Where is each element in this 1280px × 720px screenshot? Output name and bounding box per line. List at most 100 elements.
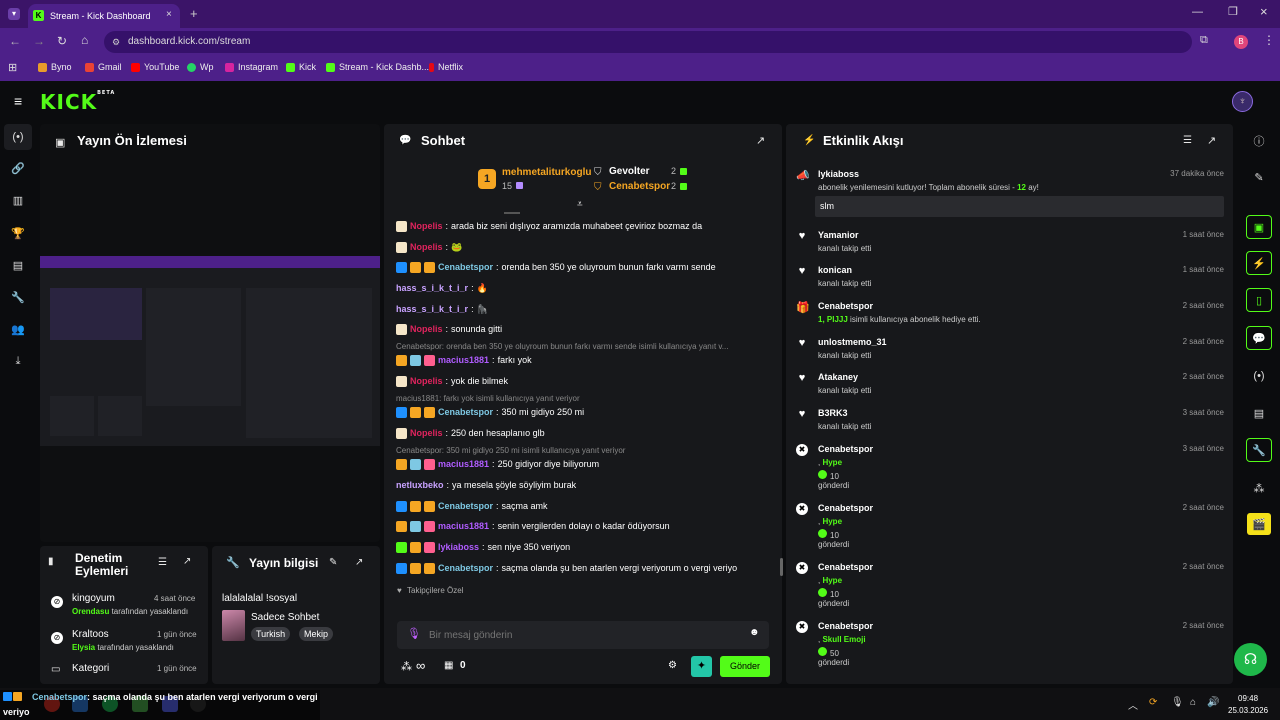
- event-username[interactable]: Atakaney: [818, 372, 858, 382]
- chat-input-box[interactable]: 🎙 ☻: [397, 621, 769, 649]
- stream-preview-video[interactable]: [40, 256, 380, 446]
- bookmark-stream[interactable]: Stream - Kick Dashb...: [326, 62, 429, 72]
- emoji-picker-icon[interactable]: ☻: [749, 627, 760, 638]
- media-nav-icon[interactable]: ▤: [10, 258, 26, 272]
- home-icon[interactable]: ⌂: [81, 33, 88, 47]
- event-username[interactable]: Cenabetspor: [818, 301, 873, 311]
- lightning-rail-icon[interactable]: ⚡: [1246, 251, 1272, 275]
- clapper-rail-icon[interactable]: 🎬: [1247, 513, 1271, 535]
- chat-username[interactable]: hass_s_i_k_t_i_r: [396, 304, 468, 314]
- support-chat-button[interactable]: ☊: [1234, 643, 1267, 676]
- chat-message[interactable]: Nopelis: yok die bilmek: [396, 374, 508, 388]
- phone-rail-icon[interactable]: ▯: [1246, 288, 1272, 312]
- bookmark-gmail[interactable]: Gmail: [85, 62, 122, 72]
- bookmark-netflix[interactable]: Netflix: [429, 62, 463, 72]
- community-rail-icon[interactable]: ⁂: [1251, 481, 1267, 495]
- chat-username[interactable]: Nopelis: [410, 242, 443, 252]
- microphone-icon[interactable]: 🎙: [407, 627, 421, 640]
- chat-message[interactable]: Cenabetspor:350 mi gidiyo 250 mi: [396, 405, 584, 419]
- chat-username[interactable]: Cenabetspor: [438, 407, 493, 417]
- popout-icon[interactable]: ↗: [355, 557, 363, 568]
- popout-icon[interactable]: ↗: [183, 556, 191, 567]
- chat-rail-icon[interactable]: 💬: [1246, 326, 1272, 350]
- chat-message[interactable]: Nopelis: 🐸: [396, 240, 462, 254]
- apps-grid-icon[interactable]: ⊞: [8, 61, 17, 74]
- chat-message[interactable]: macius1881: senin vergilerden dolayı o ka…: [396, 519, 670, 533]
- link-nav-icon[interactable]: 🔗: [10, 161, 26, 175]
- send-button[interactable]: Gönder: [720, 656, 770, 677]
- chat-message[interactable]: Nopelis:250 den hesaplanıo glb: [396, 426, 545, 440]
- trophy-nav-icon[interactable]: 🏆: [10, 226, 26, 240]
- chat-message[interactable]: Nopelis: arada biz seni dışlıyoz aramızda…: [396, 219, 702, 233]
- bookmark-youtube[interactable]: YouTube: [131, 62, 179, 72]
- tray-volume-icon[interactable]: 🔊: [1207, 697, 1219, 708]
- event-username[interactable]: konican: [818, 265, 852, 275]
- event-username[interactable]: Cenabetspor: [818, 562, 873, 572]
- edit-icon[interactable]: ✎: [329, 557, 337, 568]
- event-username[interactable]: Cenabetspor: [818, 444, 873, 454]
- chat-username[interactable]: hass_s_i_k_t_i_r: [396, 283, 468, 293]
- chat-message[interactable]: Cenabetspor: orenda ben 350 ye oluyroum b…: [396, 260, 716, 274]
- event-username[interactable]: B3RK3: [818, 408, 848, 418]
- tab-close-icon[interactable]: ×: [166, 9, 172, 20]
- chat-message[interactable]: hass_s_i_k_t_i_r: 🦍: [396, 302, 488, 316]
- close-window-icon[interactable]: ×: [1260, 4, 1268, 19]
- chat-username[interactable]: Nopelis: [410, 376, 443, 386]
- chat-message[interactable]: Nopelis: sonunda gitti: [396, 322, 502, 336]
- back-icon[interactable]: ←: [9, 34, 21, 48]
- user-avatar[interactable]: ♆: [1232, 91, 1253, 112]
- chat-settings-icon[interactable]: ⚙: [668, 660, 677, 671]
- filter-icon[interactable]: ☰: [158, 557, 167, 568]
- chat-username[interactable]: lykiaboss: [438, 542, 479, 552]
- hamburger-menu-icon[interactable]: ≡: [14, 93, 22, 109]
- edit-icon[interactable]: ✎: [1251, 170, 1267, 184]
- chat-message[interactable]: Cenabetspor: saçma amk: [396, 499, 548, 513]
- filter-icon[interactable]: ☰: [1183, 135, 1192, 146]
- chat-message[interactable]: netluxbeko: ya mesela şöyle söyliyim bura…: [396, 478, 576, 492]
- analytics-nav-icon[interactable]: ▥: [10, 193, 26, 207]
- event-username[interactable]: Yamanior: [818, 230, 859, 240]
- tab-search-icon[interactable]: ▾: [8, 8, 20, 20]
- forward-icon[interactable]: →: [33, 34, 45, 48]
- menu-dots-icon[interactable]: ⋮: [1263, 33, 1275, 47]
- chat-username[interactable]: Nopelis: [410, 324, 443, 334]
- browser-tab[interactable]: K Stream - Kick Dashboard ×: [28, 4, 180, 28]
- bookmark-byno[interactable]: Byno: [38, 62, 72, 72]
- bookmark-wp[interactable]: Wp: [187, 62, 214, 72]
- info-icon[interactable]: ⓘ: [1251, 134, 1267, 148]
- chat-username[interactable]: macius1881: [438, 355, 489, 365]
- profile-avatar[interactable]: B: [1234, 35, 1248, 49]
- server-rail-icon[interactable]: ▤: [1251, 406, 1267, 420]
- kick-emote-button[interactable]: ✦: [691, 656, 712, 677]
- upload-nav-icon[interactable]: ⤓: [10, 354, 26, 368]
- url-bar[interactable]: ⚙ dashboard.kick.com/stream: [104, 31, 1192, 53]
- bookmark-kick[interactable]: Kick: [286, 62, 316, 72]
- chat-message[interactable]: macius1881: farkı yok: [396, 353, 532, 367]
- chat-message-input[interactable]: [429, 626, 729, 644]
- chat-username[interactable]: Cenabetspor: [438, 501, 493, 511]
- chat-message[interactable]: hass_s_i_k_t_i_r: 🔥: [396, 281, 488, 295]
- chat-scrollbar[interactable]: [780, 558, 783, 576]
- chat-username[interactable]: Nopelis: [410, 428, 443, 438]
- event-username[interactable]: lykiaboss: [818, 169, 859, 179]
- tag-chip[interactable]: Mekip: [299, 627, 334, 641]
- minimize-icon[interactable]: —: [1192, 6, 1203, 18]
- event-username[interactable]: Cenabetspor: [818, 503, 873, 513]
- event-username[interactable]: Cenabetspor: [818, 621, 873, 631]
- tools-nav-icon[interactable]: 🔧: [10, 290, 26, 304]
- chat-username[interactable]: macius1881: [438, 459, 489, 469]
- stream-nav-icon[interactable]: (•): [4, 124, 32, 150]
- chat-username[interactable]: Cenabetspor: [438, 563, 493, 573]
- event-username[interactable]: unlostmemo_31: [818, 337, 887, 347]
- extensions-icon[interactable]: ⧉: [1200, 34, 1208, 47]
- chat-message[interactable]: macius1881:250 gidiyor diye biliyorum: [396, 457, 599, 471]
- chat-username[interactable]: macius1881: [438, 521, 489, 531]
- clock-date[interactable]: 25.03.2026: [1228, 706, 1268, 715]
- popout-icon[interactable]: ↗: [1207, 134, 1216, 147]
- tray-mic-icon[interactable]: 🎙: [1171, 697, 1184, 708]
- kick-logo[interactable]: KICKBETA: [40, 90, 115, 114]
- bookmark-instagram[interactable]: Instagram: [225, 62, 278, 72]
- collapse-leaderboard-icon[interactable]: ⩡: [577, 199, 583, 210]
- rail-widget-icon[interactable]: ▣: [1246, 215, 1272, 239]
- popout-icon[interactable]: ↗: [756, 134, 765, 147]
